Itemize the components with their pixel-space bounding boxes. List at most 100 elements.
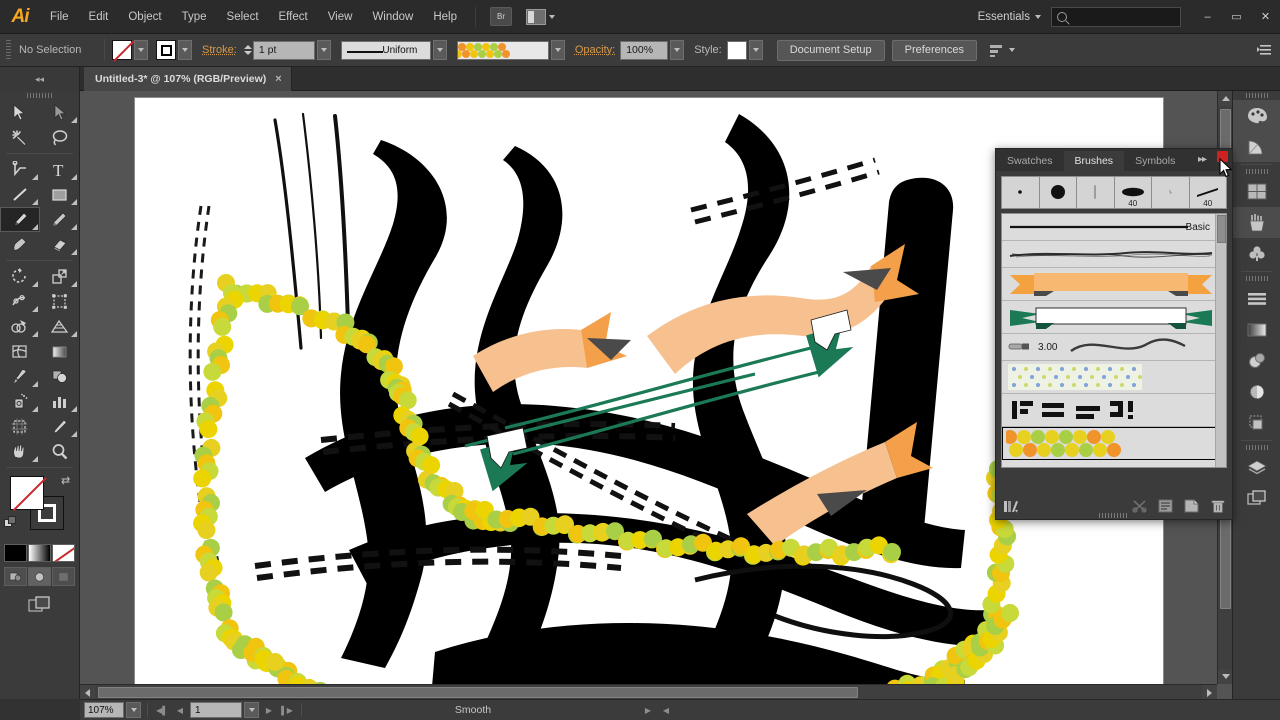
scroll-up-button[interactable] bbox=[1218, 91, 1232, 106]
tab-brushes[interactable]: Brushes bbox=[1063, 151, 1125, 171]
brushes-list-scrollbar[interactable] bbox=[1215, 214, 1226, 467]
pen-tool[interactable] bbox=[0, 157, 40, 182]
scroll-right-button[interactable] bbox=[1202, 685, 1217, 699]
stroke-dropdown-button[interactable] bbox=[178, 40, 192, 60]
slice-tool[interactable] bbox=[40, 414, 80, 439]
artboards-panel-icon[interactable] bbox=[1233, 176, 1280, 207]
pathfinder-panel-icon[interactable] bbox=[1233, 407, 1280, 438]
rectangle-tool[interactable] bbox=[40, 182, 80, 207]
variable-width-profile-select[interactable]: Uniform bbox=[340, 40, 431, 60]
brush-libraries-menu-icon[interactable] bbox=[1003, 499, 1018, 513]
draw-normal-button[interactable] bbox=[4, 567, 27, 586]
shape-builder-tool[interactable] bbox=[0, 314, 40, 339]
profile-dropdown[interactable] bbox=[432, 40, 447, 60]
zoom-tool[interactable] bbox=[40, 439, 80, 464]
eraser-tool[interactable] bbox=[40, 232, 80, 257]
next-artboard-button[interactable]: ▶ bbox=[261, 702, 277, 718]
stroke-color-swatch[interactable] bbox=[156, 40, 176, 60]
list-item[interactable] bbox=[1002, 361, 1226, 394]
gradient-panel-icon[interactable] bbox=[1233, 314, 1280, 345]
type-tool[interactable]: T bbox=[40, 157, 80, 182]
minimize-button[interactable]: – bbox=[1193, 7, 1222, 27]
options-of-selected-object-icon[interactable] bbox=[1158, 499, 1173, 513]
close-button[interactable]: ✕ bbox=[1251, 7, 1280, 27]
rotate-tool[interactable] bbox=[0, 264, 40, 289]
direct-selection-tool[interactable] bbox=[40, 100, 80, 125]
color-panel-icon[interactable] bbox=[1233, 100, 1280, 131]
brush-thumb-calligraphic-thin[interactable] bbox=[1077, 177, 1115, 208]
list-item[interactable] bbox=[1002, 268, 1226, 301]
fill-color-swatch[interactable] bbox=[112, 40, 132, 60]
menu-item-edit[interactable]: Edit bbox=[79, 0, 119, 34]
tab-swatches[interactable]: Swatches bbox=[996, 151, 1064, 171]
eyedropper-tool[interactable] bbox=[0, 364, 40, 389]
swap-fill-stroke-icon[interactable]: ⇄ bbox=[61, 474, 73, 487]
artboard-tool[interactable] bbox=[0, 414, 40, 439]
paintbrush-tool[interactable] bbox=[0, 207, 40, 232]
search-input[interactable] bbox=[1051, 6, 1181, 27]
free-transform-tool[interactable] bbox=[40, 289, 80, 314]
menu-item-select[interactable]: Select bbox=[217, 0, 269, 34]
status-menu-button[interactable]: ▶ bbox=[640, 702, 656, 718]
menu-item-view[interactable]: View bbox=[318, 0, 363, 34]
menu-item-effect[interactable]: Effect bbox=[269, 0, 318, 34]
control-bar-grip[interactable] bbox=[6, 40, 11, 60]
document-setup-button[interactable]: Document Setup bbox=[776, 39, 885, 61]
selection-tool[interactable] bbox=[0, 100, 40, 125]
menu-item-type[interactable]: Type bbox=[172, 0, 217, 34]
fill-swatch-large[interactable] bbox=[10, 476, 44, 510]
scale-tool[interactable] bbox=[40, 264, 80, 289]
canvas-horizontal-scrollbar[interactable] bbox=[80, 684, 1217, 699]
symbol-sprayer-tool[interactable] bbox=[0, 389, 40, 414]
opacity-label[interactable]: Opacity: bbox=[575, 44, 615, 56]
dock-grip[interactable] bbox=[1233, 167, 1280, 176]
color-fill-mode-button[interactable] bbox=[4, 544, 27, 562]
remove-brush-stroke-icon[interactable] bbox=[1132, 499, 1147, 513]
perspective-grid-tool[interactable] bbox=[40, 314, 80, 339]
expand-panel-icon[interactable]: ▸▸ bbox=[1198, 154, 1207, 165]
links-panel-icon[interactable] bbox=[1233, 483, 1280, 514]
brush-thumb-calligraphic-1pt[interactable] bbox=[1002, 177, 1040, 208]
brush-definition-dropdown[interactable] bbox=[550, 40, 565, 60]
stroke-weight-label[interactable]: Stroke: bbox=[202, 44, 237, 56]
new-brush-icon[interactable] bbox=[1184, 499, 1199, 513]
brushes-scroll-thumb[interactable] bbox=[1217, 215, 1226, 243]
tools-panel-grip[interactable] bbox=[0, 91, 79, 100]
separator-panel-icon[interactable] bbox=[1233, 283, 1280, 314]
blend-tool[interactable] bbox=[40, 364, 80, 389]
artboard-number-input[interactable]: 1 bbox=[190, 702, 242, 718]
width-tool[interactable] bbox=[0, 289, 40, 314]
opacity-input[interactable]: 100% bbox=[620, 40, 669, 60]
align-chevron-down-icon[interactable] bbox=[1008, 48, 1015, 52]
align-icon[interactable] bbox=[989, 43, 1005, 58]
delete-brush-icon[interactable] bbox=[1210, 499, 1225, 513]
control-bar-panel-menu[interactable] bbox=[1257, 44, 1272, 56]
none-fill-mode-button[interactable] bbox=[52, 544, 75, 562]
brush-thumb-calligraphic-oval-40[interactable]: 40 bbox=[1115, 177, 1152, 208]
brush-thumb-calligraphic-angled-40[interactable]: 40 bbox=[1190, 177, 1227, 208]
draw-behind-button[interactable] bbox=[28, 567, 51, 586]
tab-symbols[interactable]: Symbols bbox=[1124, 151, 1187, 171]
menu-item-help[interactable]: Help bbox=[423, 0, 467, 34]
list-item[interactable]: Basic bbox=[1002, 214, 1226, 241]
pencil-tool[interactable] bbox=[40, 207, 80, 232]
column-graph-tool[interactable] bbox=[40, 389, 80, 414]
zoom-level-input[interactable]: 107% bbox=[84, 702, 124, 718]
dock-grip[interactable] bbox=[1233, 443, 1280, 452]
status-collapse-button[interactable]: ◀ bbox=[658, 702, 674, 718]
maximize-button[interactable]: ▭ bbox=[1222, 7, 1251, 27]
first-artboard-button[interactable]: ◀▌ bbox=[154, 702, 170, 718]
horizontal-scroll-thumb[interactable] bbox=[98, 687, 858, 698]
gradient-fill-mode-button[interactable] bbox=[28, 544, 51, 562]
scroll-down-button[interactable] bbox=[1218, 669, 1232, 684]
collapse-panel-button[interactable]: ◂◂ bbox=[0, 67, 80, 91]
magic-wand-tool[interactable] bbox=[0, 125, 40, 150]
layers-panel-icon[interactable] bbox=[1233, 452, 1280, 483]
mesh-tool[interactable] bbox=[0, 339, 40, 364]
screen-mode-button[interactable] bbox=[0, 596, 79, 614]
stroke-weight-input[interactable]: 1 pt bbox=[252, 40, 315, 60]
workspace-chevron-down-icon[interactable] bbox=[1035, 14, 1041, 19]
transparency-panel-icon[interactable] bbox=[1233, 376, 1280, 407]
hand-tool[interactable] bbox=[0, 439, 40, 464]
style-dropdown[interactable] bbox=[748, 40, 763, 60]
